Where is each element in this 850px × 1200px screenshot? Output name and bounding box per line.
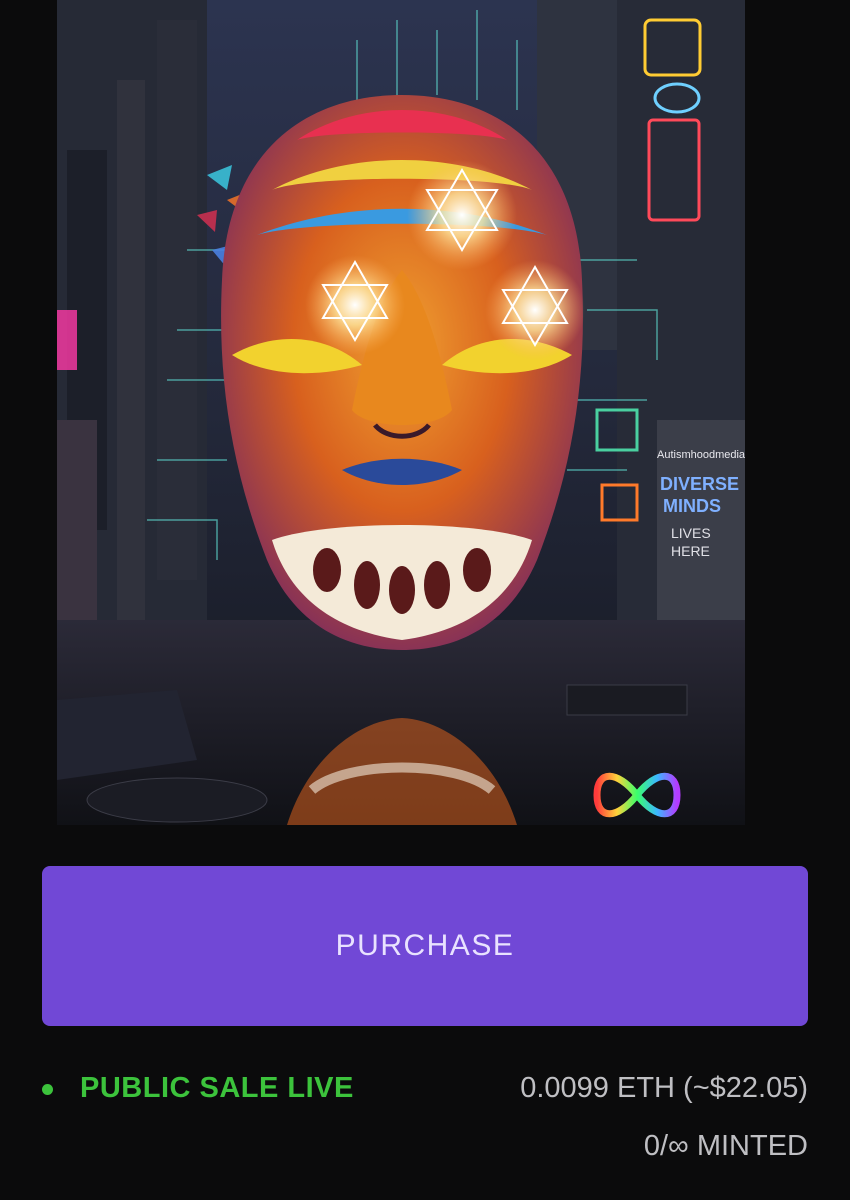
wall-text-line4: HERE — [671, 543, 710, 559]
nft-artwork: Autismhoodmedia DIVERSE MINDS LIVES HERE — [57, 0, 745, 825]
wall-text-line3: LIVES — [671, 525, 711, 541]
price-label: 0.0099 ETH (~$22.05) — [520, 1072, 808, 1104]
wall-text-line1: DIVERSE — [660, 474, 739, 494]
artwork-illustration: Autismhoodmedia DIVERSE MINDS LIVES HERE — [57, 0, 745, 825]
wall-text-line2: MINDS — [663, 496, 721, 516]
sale-status-row: PUBLIC SALE LIVE 0.0099 ETH (~$22.05) — [42, 1068, 808, 1118]
live-status-dot-icon — [42, 1084, 53, 1095]
purchase-button[interactable]: PURCHASE — [42, 866, 808, 1026]
mint-card: Autismhoodmedia DIVERSE MINDS LIVES HERE — [0, 0, 850, 1200]
minted-count-label: 0/∞ MINTED — [643, 1130, 808, 1162]
wall-handle-text: Autismhoodmedia — [657, 449, 745, 461]
sale-status-label: PUBLIC SALE LIVE — [80, 1072, 354, 1104]
